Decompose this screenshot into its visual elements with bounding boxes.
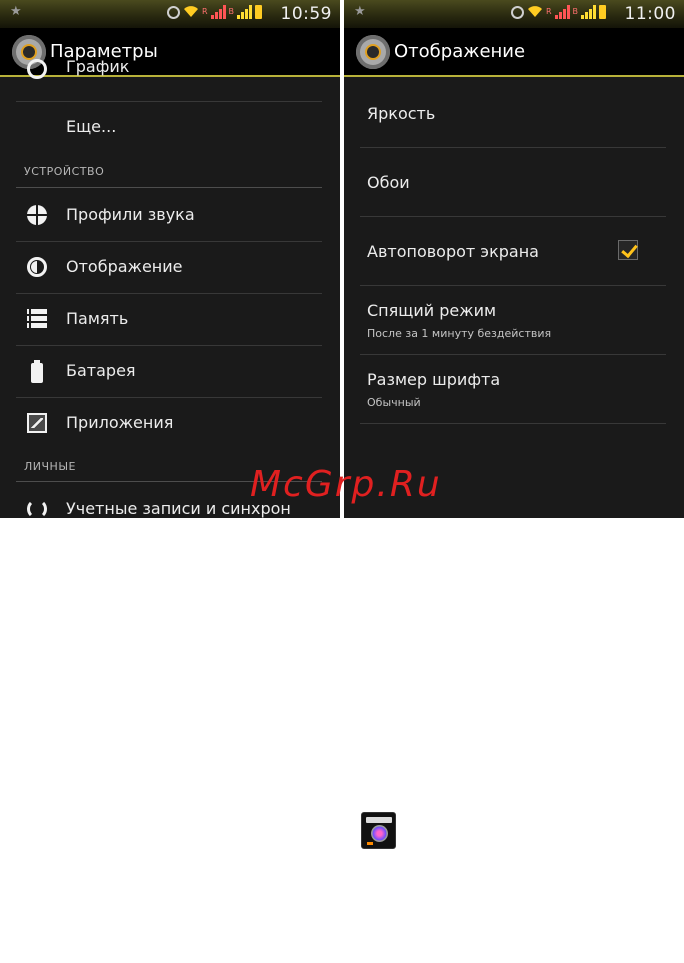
signal-sim2-icon [237, 5, 252, 19]
alarm-icon [166, 5, 180, 19]
watermark-text: McGrp.Ru [250, 464, 442, 505]
divider [360, 423, 666, 424]
status-bar: ★ R B 10:59 [0, 0, 340, 28]
storage-icon [27, 309, 47, 329]
network-type-2-icon: B [228, 7, 235, 16]
list-item-label: Размер шрифта [367, 370, 501, 389]
page-title: Отображение [394, 41, 526, 62]
action-bar: Отображение [344, 28, 684, 77]
list-item-font-size[interactable]: Размер шрифта Обычный [344, 355, 684, 423]
alarm-icon [510, 5, 524, 19]
list-item-label: Приложения [66, 413, 174, 432]
section-header-personal: ЛИЧНЫЕ [24, 460, 76, 473]
battery-status-icon [255, 5, 262, 19]
list-item-label: Автоповорот экрана [367, 242, 539, 261]
status-time: 11:00 [624, 4, 676, 24]
settings-screen: ★ R B 10:59 Параметры График Еще... УСТР… [0, 0, 340, 518]
network-type-2-icon: B [572, 7, 579, 16]
list-item-more[interactable]: Еще... [0, 103, 340, 151]
list-item-storage[interactable]: Память [0, 294, 340, 344]
auto-rotate-checkbox[interactable] [618, 240, 638, 260]
list-item-label: Спящий режим [367, 301, 497, 320]
battery-status-icon [599, 5, 606, 19]
battery-icon [31, 360, 43, 383]
display-settings-screen: ★ R B 11:00 Отображение Яркость Обои Авт… [344, 0, 684, 518]
data-usage-icon [27, 59, 47, 79]
list-item-wallpaper[interactable]: Обои [344, 148, 684, 216]
list-item-label: График [66, 57, 130, 76]
status-bar: ★ R B 11:00 [344, 0, 684, 28]
list-item-label: Батарея [66, 361, 136, 380]
camera-top-icon [366, 817, 392, 823]
apps-icon [27, 413, 47, 433]
settings-gear-icon[interactable] [356, 35, 390, 69]
network-type-icon: R [545, 7, 552, 16]
wifi-icon [183, 6, 198, 18]
status-icons: R B [510, 5, 606, 19]
status-time: 10:59 [280, 4, 332, 24]
list-item-label: Память [66, 309, 129, 328]
network-type-icon: R [201, 7, 208, 16]
section-divider [16, 187, 322, 188]
list-item-label: Обои [367, 173, 410, 192]
section-header-device: УСТРОЙСТВО [24, 165, 105, 178]
signal-sim1-icon [210, 5, 226, 19]
list-item-battery[interactable]: Батарея [0, 346, 340, 396]
wifi-icon [527, 6, 542, 18]
list-item-sleep[interactable]: Спящий режим После за 1 минуту бездейств… [344, 286, 684, 354]
list-item-summary: После за 1 минуту бездействия [367, 327, 552, 340]
sync-icon [27, 499, 47, 518]
camera-indicator-icon [367, 842, 373, 845]
divider [16, 101, 322, 102]
list-item-auto-rotate[interactable]: Автоповорот экрана [344, 217, 684, 285]
list-item-display[interactable]: Отображение [0, 242, 340, 292]
camera-lens-icon [371, 825, 388, 842]
list-item-brightness[interactable]: Яркость [344, 77, 684, 147]
star-icon: ★ [354, 4, 366, 19]
display-icon [27, 257, 47, 277]
list-item-sound-profiles[interactable]: Профили звука [0, 189, 340, 239]
list-item-label: Яркость [367, 104, 436, 123]
signal-sim2-icon [581, 5, 596, 19]
signal-sim1-icon [554, 5, 570, 19]
star-icon: ★ [10, 4, 22, 19]
list-item-summary: Обычный [367, 396, 421, 409]
list-item-label: Отображение [66, 257, 183, 276]
list-item-data-usage[interactable]: График [0, 57, 340, 89]
list-item-label: Профили звука [66, 205, 195, 224]
status-icons: R B [166, 5, 262, 19]
list-item-apps[interactable]: Приложения [0, 398, 340, 448]
sound-profile-icon [27, 205, 47, 225]
list-item-label: Еще... [66, 117, 117, 136]
camera-app-icon [361, 812, 396, 849]
